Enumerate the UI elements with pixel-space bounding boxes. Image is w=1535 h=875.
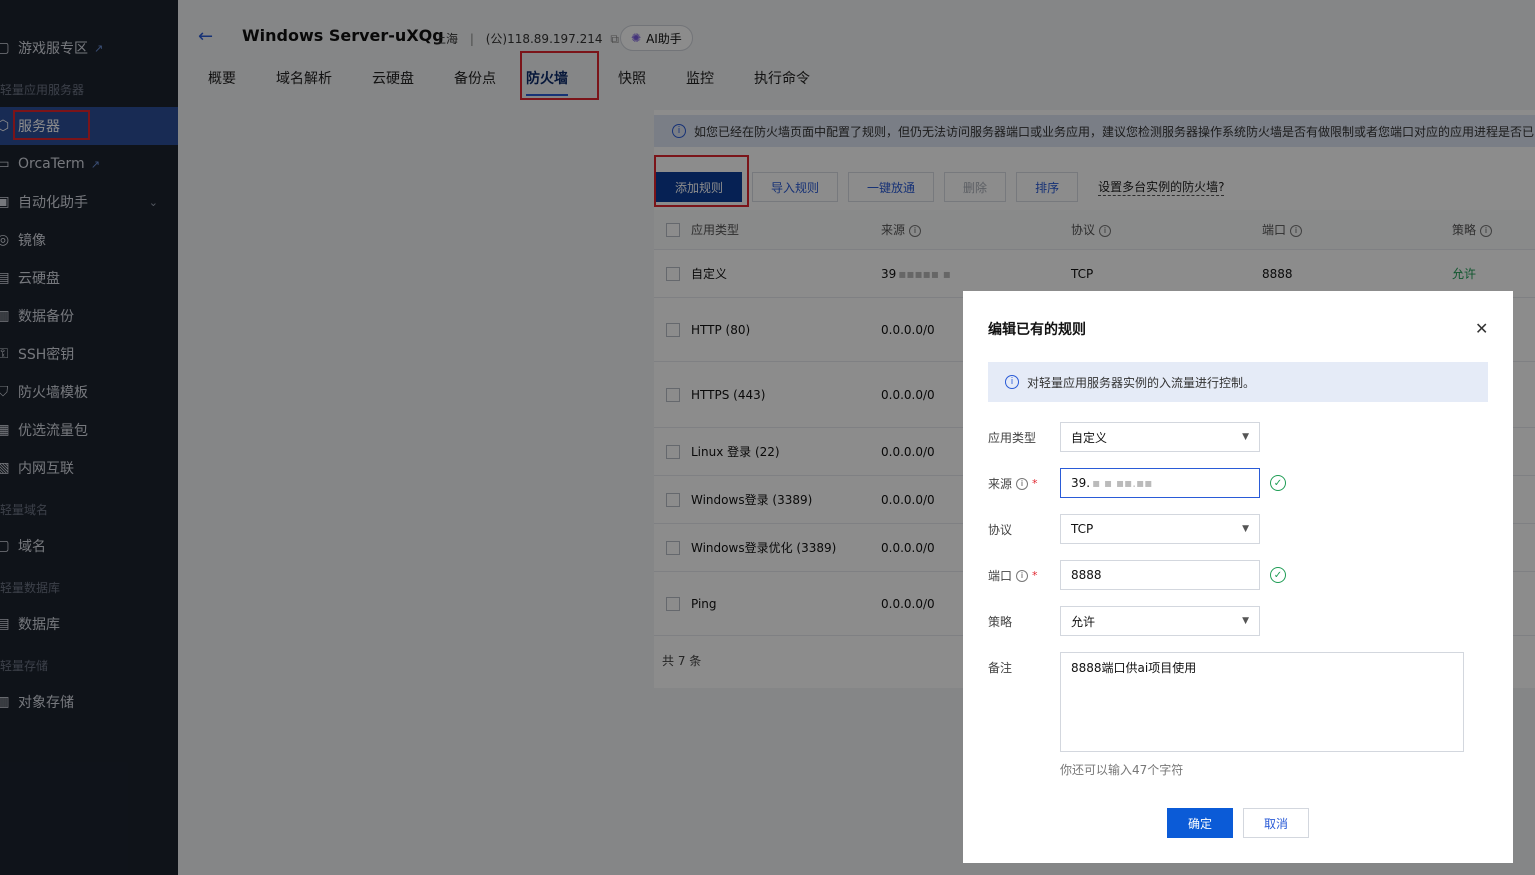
type-select-value: 自定义: [1071, 430, 1108, 445]
port-input-value: 8888: [1071, 568, 1102, 582]
masked-text: ▪ ▪ ▪▪.▪▪: [1092, 476, 1153, 490]
source-input[interactable]: 39. ▪ ▪ ▪▪.▪▪: [1060, 468, 1260, 498]
protocol-label: 协议: [988, 523, 1013, 537]
remark-label: 备注: [988, 661, 1013, 675]
required-mark: *: [1032, 569, 1038, 582]
dialog-info-banner: i 对轻量应用服务器实例的入流量进行控制。: [988, 362, 1488, 402]
policy-label: 策略: [988, 615, 1013, 629]
type-label: 应用类型: [988, 431, 1037, 445]
port-label-text: 端口: [988, 569, 1013, 583]
protocol-select-value: TCP: [1071, 522, 1094, 536]
info-icon: i: [1016, 569, 1029, 582]
cancel-button[interactable]: 取消: [1243, 808, 1309, 838]
confirm-button[interactable]: 确定: [1167, 808, 1233, 838]
info-icon: i: [1016, 477, 1029, 490]
caret-down-icon: ▼: [1242, 616, 1249, 626]
check-circle-icon: ✓: [1270, 567, 1286, 583]
type-select[interactable]: 自定义 ▼: [1060, 422, 1260, 452]
caret-down-icon: ▼: [1242, 432, 1249, 442]
check-circle-icon: ✓: [1270, 475, 1286, 491]
protocol-select[interactable]: TCP ▼: [1060, 514, 1260, 544]
edit-rule-dialog: 编辑已有的规则 ✕ i 对轻量应用服务器实例的入流量进行控制。 应用类型 自定义…: [963, 291, 1513, 863]
dialog-info-text: 对轻量应用服务器实例的入流量进行控制。: [1027, 375, 1256, 390]
dialog-title: 编辑已有的规则: [988, 322, 1086, 338]
port-input[interactable]: 8888: [1060, 560, 1260, 590]
policy-select-value: 允许: [1071, 614, 1096, 629]
caret-down-icon: ▼: [1242, 524, 1249, 534]
port-label: 端口 i *: [988, 567, 1038, 584]
source-label-text: 来源: [988, 477, 1013, 491]
remark-textarea[interactable]: 8888端口供ai项目使用: [1060, 652, 1464, 752]
close-icon[interactable]: ✕: [1475, 319, 1488, 338]
info-icon: i: [1005, 375, 1019, 389]
source-label: 来源 i *: [988, 475, 1038, 492]
remark-hint: 你还可以输入47个字符: [1060, 763, 1184, 777]
source-input-value: 39.: [1071, 476, 1091, 490]
required-mark: *: [1032, 477, 1038, 490]
policy-select[interactable]: 允许 ▼: [1060, 606, 1260, 636]
